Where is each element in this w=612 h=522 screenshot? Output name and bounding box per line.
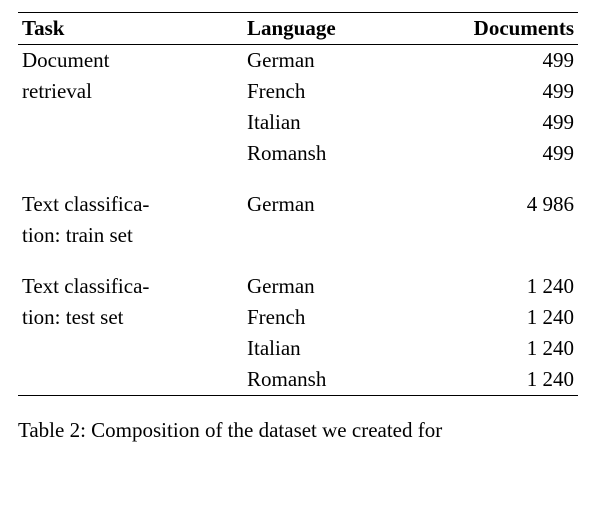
table-row: Document German 499: [18, 44, 578, 75]
task-cell: Document: [18, 44, 243, 75]
table-row: tion: train set: [18, 220, 578, 251]
table-row: Romansh 1 240: [18, 364, 578, 395]
task-cell: retrieval: [18, 76, 243, 107]
language-cell: French: [243, 302, 423, 333]
dataset-table: Task Language Documents Document German …: [18, 12, 578, 396]
task-cell: [18, 107, 243, 138]
table-row: retrieval French 499: [18, 76, 578, 107]
documents-cell: 499: [423, 107, 578, 138]
documents-cell: 1 240: [423, 364, 578, 395]
documents-cell: 1 240: [423, 333, 578, 364]
task-cell: Text classifica-: [18, 271, 243, 302]
language-cell: [243, 220, 423, 251]
table-header-row: Task Language Documents: [18, 13, 578, 45]
language-cell: Italian: [243, 107, 423, 138]
task-cell: Text classifica-: [18, 189, 243, 220]
language-cell: German: [243, 189, 423, 220]
documents-cell: 499: [423, 138, 578, 169]
documents-cell: 1 240: [423, 271, 578, 302]
task-cell: [18, 138, 243, 169]
documents-cell: 1 240: [423, 302, 578, 333]
task-cell: [18, 333, 243, 364]
table-gap: [18, 169, 578, 189]
language-cell: Romansh: [243, 364, 423, 395]
table-row: Italian 1 240: [18, 333, 578, 364]
table-row: Romansh 499: [18, 138, 578, 169]
task-cell: tion: test set: [18, 302, 243, 333]
documents-cell: 499: [423, 76, 578, 107]
header-task: Task: [18, 13, 243, 45]
task-cell: tion: train set: [18, 220, 243, 251]
table-row: tion: test set French 1 240: [18, 302, 578, 333]
header-documents: Documents: [423, 13, 578, 45]
table-row: Text classifica- German 4 986: [18, 189, 578, 220]
documents-cell: 499: [423, 44, 578, 75]
table-row: Text classifica- German 1 240: [18, 271, 578, 302]
documents-cell: [423, 220, 578, 251]
header-language: Language: [243, 13, 423, 45]
table-gap: [18, 251, 578, 271]
table-caption: Table 2: Composition of the dataset we c…: [18, 416, 578, 445]
language-cell: German: [243, 44, 423, 75]
documents-cell: 4 986: [423, 189, 578, 220]
language-cell: Romansh: [243, 138, 423, 169]
task-cell: [18, 364, 243, 395]
language-cell: German: [243, 271, 423, 302]
language-cell: French: [243, 76, 423, 107]
table-row: Italian 499: [18, 107, 578, 138]
language-cell: Italian: [243, 333, 423, 364]
